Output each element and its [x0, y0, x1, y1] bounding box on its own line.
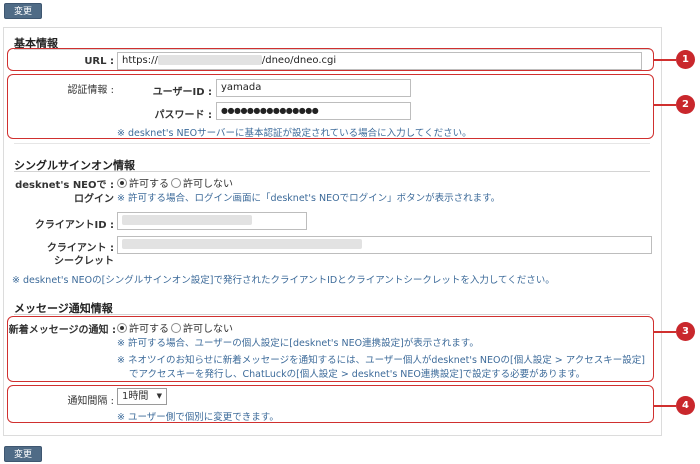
client-id-redacted	[122, 215, 252, 225]
radio-icon	[171, 177, 181, 188]
callout-connector-4	[654, 405, 676, 407]
callout-connector-1	[654, 59, 676, 61]
callout-connector-3	[654, 331, 676, 333]
callout-badge-2: 2	[676, 95, 695, 114]
callout-box-2	[7, 74, 654, 139]
radio-selected-icon	[117, 177, 127, 188]
sso-deny-label: 許可しない	[183, 179, 233, 190]
sso-footer-note: ※ desknet's NEOの[シングルサインオン設定]で発行されたクライアン…	[12, 275, 555, 286]
sso-login-label: desknet's NEOで :	[15, 180, 114, 191]
callout-badge-3: 3	[676, 322, 695, 341]
client-secret-redacted	[122, 239, 362, 249]
divider	[14, 143, 650, 144]
callout-badge-1: 1	[676, 50, 695, 69]
sso-login-note: ※ 許可する場合、ログイン画面に「desknet's NEOでログイン」ボタンが…	[117, 193, 501, 204]
sso-allow-label: 許可する	[129, 179, 169, 190]
callout-box-1	[7, 48, 654, 71]
client-id-input[interactable]	[117, 212, 307, 230]
sso-login-label-2: ログイン	[74, 194, 114, 205]
sso-allow-radio[interactable]: 許可する	[117, 175, 169, 190]
callout-connector-2	[654, 104, 676, 106]
client-secret-label-2: シークレット	[54, 256, 114, 267]
sso-deny-radio[interactable]: 許可しない	[171, 175, 233, 190]
callout-box-3	[7, 316, 654, 382]
callout-badge-4: 4	[676, 396, 695, 415]
divider	[14, 314, 650, 315]
callout-box-4	[7, 385, 654, 423]
change-button-top[interactable]: 変更	[4, 3, 42, 19]
divider	[14, 171, 650, 172]
change-button-bottom[interactable]: 変更	[4, 446, 42, 462]
client-id-label: クライアントID :	[34, 220, 114, 231]
client-secret-input[interactable]	[117, 236, 652, 254]
